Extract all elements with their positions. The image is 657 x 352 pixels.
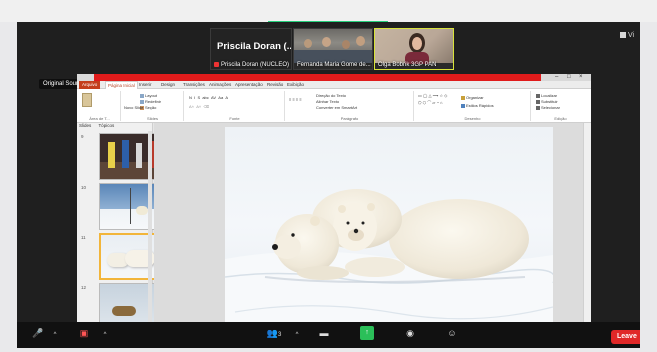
tab-revisao[interactable]: Revisão xyxy=(267,81,283,89)
new-slide-button[interactable]: Novo Slide xyxy=(124,105,143,110)
slides-scrollbar[interactable] xyxy=(148,131,152,341)
start-video-button[interactable]: ▣ xyxy=(77,326,91,340)
tab-arquivo[interactable]: Arquivo xyxy=(79,81,101,89)
replace-button[interactable]: Substituir xyxy=(536,99,558,104)
participants-options-caret[interactable]: ^ xyxy=(289,326,303,340)
paste-icon[interactable] xyxy=(82,93,92,107)
zoom-window: Vi Priscila Doran (... Priscila Doran (N… xyxy=(17,22,640,348)
shared-screen-powerpoint[interactable]: – □ × Arquivo Página Inicial Inserir Des… xyxy=(77,74,591,344)
participant-video xyxy=(375,29,453,64)
participant-tile-priscila[interactable]: Priscila Doran (... Priscila Doran (NUCL… xyxy=(210,28,292,70)
record-button[interactable]: ◉ xyxy=(403,326,417,340)
participant-name-label: Priscila Doran (NUCLEO) xyxy=(214,62,289,68)
ribbon-group-slides: Layout Redefinir Seção Novo Slide Slides xyxy=(122,91,184,121)
editor-scrollbar[interactable] xyxy=(583,123,591,344)
minimize-icon[interactable]: – xyxy=(555,74,558,81)
participant-video xyxy=(294,29,372,63)
mic-muted-icon xyxy=(214,62,219,67)
layout-button[interactable]: Layout xyxy=(140,93,157,98)
panel-tabs: Slides Tópicos xyxy=(79,123,149,130)
slides-panel: Slides Tópicos 9 10 11 12 xyxy=(77,123,164,344)
desktop-background xyxy=(0,0,657,22)
slide-number: 12 xyxy=(81,285,87,290)
reactions-button[interactable]: ☺ xyxy=(445,326,459,340)
slide-number: 9 xyxy=(81,134,84,139)
ribbon-group-paragraph: Direção do Texto Alinhar Texto Converter… xyxy=(286,91,414,121)
find-button[interactable]: Localizar xyxy=(536,93,557,98)
slide-number: 11 xyxy=(81,235,86,240)
tab-animacoes[interactable]: Animações xyxy=(209,81,231,89)
ppt-workspace: Slides Tópicos 9 10 11 12 xyxy=(77,123,591,344)
slide-number: 10 xyxy=(81,185,87,190)
share-screen-icon: ↑ xyxy=(365,329,369,336)
ribbon-group-editing: Localizar Substituir Selecionar Edição xyxy=(532,91,589,121)
meeting-toolbar: 🎤 ^ ▣ ^ 👥3 ^ ▬ ↑ ◉ ☺ Leave xyxy=(17,322,640,348)
reactions-icon: ☺ xyxy=(447,328,457,338)
slide-editing-area xyxy=(154,123,591,344)
ribbon-tabs: Arquivo Página Inicial Inserir Design Tr… xyxy=(77,81,591,90)
participant-name-label: Fernanda Maria Gome de... xyxy=(297,62,371,68)
polar-bears-image xyxy=(225,127,553,344)
align-text-button[interactable]: Alinhar Texto xyxy=(316,99,339,104)
text-direction-button[interactable]: Direção do Texto xyxy=(316,93,346,98)
participant-tile-fernanda[interactable]: Fernanda Maria Gome de... xyxy=(293,28,373,70)
close-icon[interactable]: × xyxy=(579,74,583,81)
maximize-icon[interactable]: □ xyxy=(567,74,571,81)
shapes-gallery[interactable]: ▭ ◯ △ ⟶ ☆ ◇ xyxy=(418,93,447,98)
tab-exibicao[interactable]: Exibição xyxy=(287,81,304,89)
reset-button[interactable]: Redefinir xyxy=(140,99,161,104)
quick-styles-button[interactable]: Estilos Rápidos xyxy=(461,103,494,108)
shapes-gallery-2[interactable]: ⬠ ⬡ ⌒ ▱ ◔ ⌂ xyxy=(418,100,442,106)
font-size-controls[interactable]: A˄ A˅ ⌫ xyxy=(189,104,209,109)
participant-name-label: Olga Bobrik 3GP PAN xyxy=(378,62,437,68)
record-icon: ◉ xyxy=(406,328,414,338)
tab-topicos[interactable]: Tópicos xyxy=(98,123,114,128)
tab-inserir[interactable]: Inserir xyxy=(139,81,152,89)
ppt-title-bar: – □ × xyxy=(77,74,591,81)
chat-button[interactable]: ▬ xyxy=(317,326,331,340)
view-button[interactable]: Vi xyxy=(620,32,634,39)
audio-options-caret[interactable]: ^ xyxy=(47,326,61,340)
ribbon-group-font: N I S abc AV Aa A A˄ A˅ ⌫ Fonte xyxy=(185,91,285,121)
select-button[interactable]: Selecionar xyxy=(536,105,560,110)
ribbon-group-clipboard: Área de T... xyxy=(79,91,121,121)
participants-button[interactable]: 👥3 xyxy=(261,326,287,340)
participant-display-name: Priscila Doran (... xyxy=(217,41,292,52)
arrange-button[interactable]: Organizar xyxy=(461,95,484,100)
participant-tile-olga[interactable]: Olga Bobrik 3GP PAN xyxy=(374,28,454,70)
font-controls[interactable]: N I S abc AV Aa A xyxy=(189,95,228,100)
chat-icon: ▬ xyxy=(319,328,329,338)
tab-slides[interactable]: Slides xyxy=(79,123,91,128)
participants-count: 3 xyxy=(277,332,282,338)
screen-share-banner xyxy=(94,74,541,81)
unmute-button[interactable]: 🎤 xyxy=(31,326,45,340)
current-slide[interactable] xyxy=(225,127,553,344)
ribbon: Área de T... Layout Redefinir Seção Novo… xyxy=(77,89,591,123)
grid-icon xyxy=(620,32,626,38)
tab-design[interactable]: Design xyxy=(161,81,175,89)
leave-button[interactable]: Leave xyxy=(611,330,640,344)
share-screen-button[interactable]: ↑ xyxy=(360,326,374,340)
paragraph-controls[interactable]: ≡ ≡ ≡ ≡ xyxy=(289,97,302,102)
tab-apresentacao[interactable]: Apresentação xyxy=(235,81,263,89)
tab-transicoes[interactable]: Transições xyxy=(183,81,205,89)
convert-smartart-button[interactable]: Converter em SmartArt xyxy=(316,105,357,110)
ribbon-group-drawing: ▭ ◯ △ ⟶ ☆ ◇ ⬠ ⬡ ⌒ ▱ ◔ ⌂ Organizar Estilo… xyxy=(415,91,531,121)
video-options-caret[interactable]: ^ xyxy=(97,326,111,340)
participants-icon: 👥 xyxy=(266,328,278,338)
